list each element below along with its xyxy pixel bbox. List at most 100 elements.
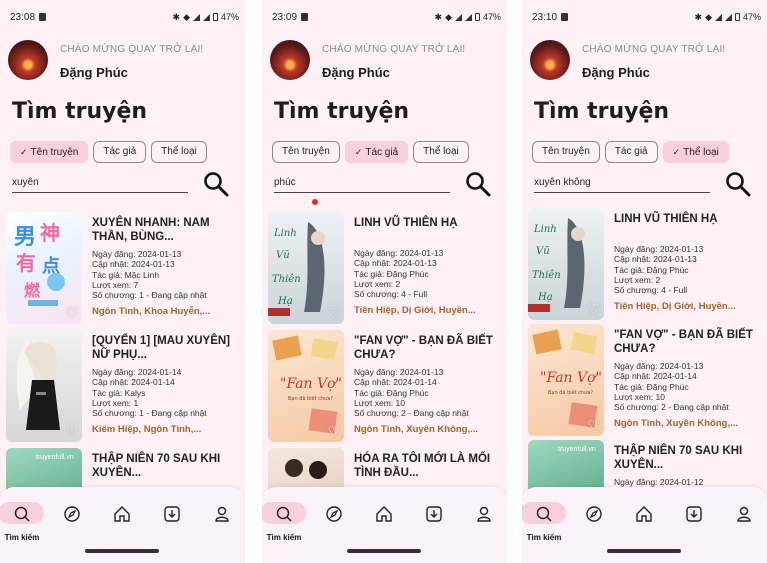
search-icon <box>14 506 30 522</box>
nav-profile[interactable] <box>724 499 764 539</box>
bluetooth-icon: ✱ <box>694 11 703 22</box>
chip-the-loai[interactable]: Thể loại <box>413 141 469 163</box>
svg-text:有: 有 <box>16 251 36 275</box>
nav-explore[interactable] <box>574 499 614 539</box>
bluetooth-icon: ✱ <box>172 11 181 22</box>
avatar[interactable] <box>530 40 570 80</box>
phone-screen-3: 23:10 ✱ ◆ 47% CHÀO MỪNG QUAY TRỞ LẠI! Đặ… <box>522 0 767 563</box>
book-title: LINH VŨ THIÊN HẠ <box>354 217 458 229</box>
page-title: Tìm truyện <box>12 99 148 124</box>
battery-percent: 47% <box>742 12 761 22</box>
chip-tac-gia[interactable]: Tác giả <box>604 141 658 163</box>
list-item[interactable]: truyenfull.vn THẬP NIÊN 70 SAU KHI XUYÊN… <box>6 448 238 492</box>
list-item[interactable]: truyenfull.vn THẬP NIÊN 70 SAU KHI XUYÊN… <box>528 440 760 492</box>
nav-search[interactable]: Tìm kiếm <box>522 499 566 542</box>
home-indicator <box>85 549 159 553</box>
signal-icon-2 <box>202 13 210 21</box>
nav-download[interactable] <box>674 499 714 539</box>
book-info: LINH VŨ THIÊN HẠ Ngày đăng: 2024-01-13 C… <box>614 212 760 312</box>
book-genres: Ngôn Tình, Xuyên Không,... <box>354 424 479 436</box>
chip-ten-truyen[interactable]: Tên truyện <box>532 141 600 163</box>
results-list: 男 神 有 点 燃 ♡ XUYÊN NHANH: NAM THẦN, BÙNG.… <box>0 208 245 492</box>
nav-home[interactable] <box>624 499 664 539</box>
wifi-icon: ◆ <box>705 11 712 22</box>
heart-icon[interactable]: ♡ <box>587 418 600 432</box>
svg-text:"Fan Vợ": "Fan Vợ" <box>540 370 602 386</box>
avatar[interactable] <box>8 40 48 80</box>
download-icon <box>686 506 702 522</box>
cover-watermark: truyenfull.vn <box>36 454 74 461</box>
list-item[interactable]: Linh Vũ Thiên Hạ ♡ LINH VŨ THIÊN HẠ Ngày… <box>268 212 500 324</box>
chip-the-loai[interactable]: ✓ Thể loại <box>662 141 729 163</box>
book-title: THẬP NIÊN 70 SAU KHI XUYÊN... <box>92 453 221 479</box>
search-icon <box>276 506 292 522</box>
list-item[interactable]: 男 神 有 点 燃 ♡ XUYÊN NHANH: NAM THẦN, BÙNG.… <box>6 212 238 324</box>
battery-icon <box>212 13 218 21</box>
nav-home[interactable] <box>364 499 404 539</box>
status-bar: 23:09 ✱ ◆ 47% <box>272 10 501 24</box>
wifi-icon: ◆ <box>445 11 452 22</box>
battery-percent: 47% <box>220 12 239 22</box>
bottom-nav: Tìm kiếm <box>0 487 245 563</box>
nav-search[interactable]: Tìm kiếm <box>262 499 306 542</box>
chip-the-loai[interactable]: Thể loại <box>151 141 207 163</box>
list-item[interactable]: "Fan Vợ" Bạn đã biết chưa? ♡ "FAN VỢ" - … <box>268 330 500 442</box>
book-info: "FAN VỢ" - BẠN ĐÃ BIẾT CHƯA? Ngày đăng: … <box>614 328 760 429</box>
search-icon[interactable] <box>202 170 230 198</box>
nav-profile[interactable] <box>464 499 504 539</box>
compass-icon <box>586 506 602 522</box>
nav-home[interactable] <box>102 499 142 539</box>
home-indicator <box>607 549 681 553</box>
search-input[interactable]: phúc <box>274 175 450 193</box>
check-icon: ✓ <box>672 147 681 157</box>
phone-screen-1: 23:08 ✱ ◆ 47% CHÀO MỪNG QUAY TRỞ LẠI! Đặ… <box>0 0 245 563</box>
user-name: Đặng Phúc <box>322 65 390 80</box>
text-cursor-handle[interactable] <box>312 199 318 205</box>
chip-ten-truyen[interactable]: ✓ Tên truyện <box>10 141 89 163</box>
heart-icon[interactable]: ♡ <box>327 306 340 320</box>
book-meta: Ngày đăng: 2024-01-14 Cập nhật: 2024-01-… <box>92 367 207 419</box>
svg-text:神: 神 <box>40 221 60 245</box>
list-item[interactable]: HÓA RA TÔI MỚI LÀ MỐI TÌNH ĐẦU... <box>268 448 500 492</box>
chip-tac-gia[interactable]: Tác giả <box>93 141 147 163</box>
avatar[interactable] <box>270 40 310 80</box>
chip-ten-truyen[interactable]: Tên truyện <box>272 141 340 163</box>
book-cover: truyenfull.vn <box>528 440 604 492</box>
signal-icon <box>454 13 462 21</box>
book-info: [QUYỂN 1] [MAU XUYÊN] NỮ PHỤ... Ngày đăn… <box>92 334 238 435</box>
heart-icon[interactable]: ♡ <box>65 424 78 438</box>
nav-search[interactable]: Tìm kiếm <box>0 499 44 542</box>
book-title: THẬP NIÊN 70 SAU KHI XUYÊN... <box>614 445 743 471</box>
check-icon: ✓ <box>354 147 363 157</box>
svg-text:Bạn đã biết chưa?: Bạn đã biết chưa? <box>548 389 593 396</box>
sim-icon <box>561 13 569 21</box>
heart-icon[interactable]: ♡ <box>65 306 78 320</box>
book-cover: Linh Vũ Thiên Hạ ♡ <box>268 212 344 324</box>
heart-icon[interactable]: ♡ <box>327 424 340 438</box>
chip-tac-gia[interactable]: ✓ Tác giả <box>344 141 409 163</box>
cover-art <box>285 459 327 479</box>
nav-explore[interactable] <box>314 499 354 539</box>
nav-download[interactable] <box>152 499 192 539</box>
search-icon[interactable] <box>724 170 752 198</box>
search-icon <box>536 506 552 522</box>
signal-icon <box>714 13 722 21</box>
list-item[interactable]: "Fan Vợ" Bạn đã biết chưa? ♡ "FAN VỢ" - … <box>528 324 760 436</box>
book-genres: Tiên Hiệp, Dị Giới, Huyền... <box>614 301 736 313</box>
heart-icon[interactable]: ♡ <box>587 302 600 316</box>
search-input[interactable]: xuyên <box>12 175 188 193</box>
download-icon <box>426 506 442 522</box>
filter-chips: Tên truyện ✓ Tác giả Thể loại <box>272 141 469 163</box>
battery-icon <box>734 13 740 21</box>
list-item[interactable]: Linh Vũ Thiên Hạ ♡ LINH VŨ THIÊN HẠ Ngày… <box>528 208 760 320</box>
nav-profile[interactable] <box>202 499 242 539</box>
book-cover: "Fan Vợ" Bạn đã biết chưa? ♡ <box>268 330 344 442</box>
search-input[interactable]: xuyên không <box>534 175 710 193</box>
book-cover: 男 神 有 点 燃 ♡ <box>6 212 82 324</box>
nav-explore[interactable] <box>52 499 92 539</box>
list-item[interactable]: ♡ [QUYỂN 1] [MAU XUYÊN] NỮ PHỤ... Ngày đ… <box>6 330 238 442</box>
search-icon[interactable] <box>464 170 492 198</box>
nav-download[interactable] <box>414 499 454 539</box>
home-indicator <box>347 549 421 553</box>
book-info: "FAN VỢ" - BẠN ĐÃ BIẾT CHƯA? Ngày đăng: … <box>354 334 500 435</box>
